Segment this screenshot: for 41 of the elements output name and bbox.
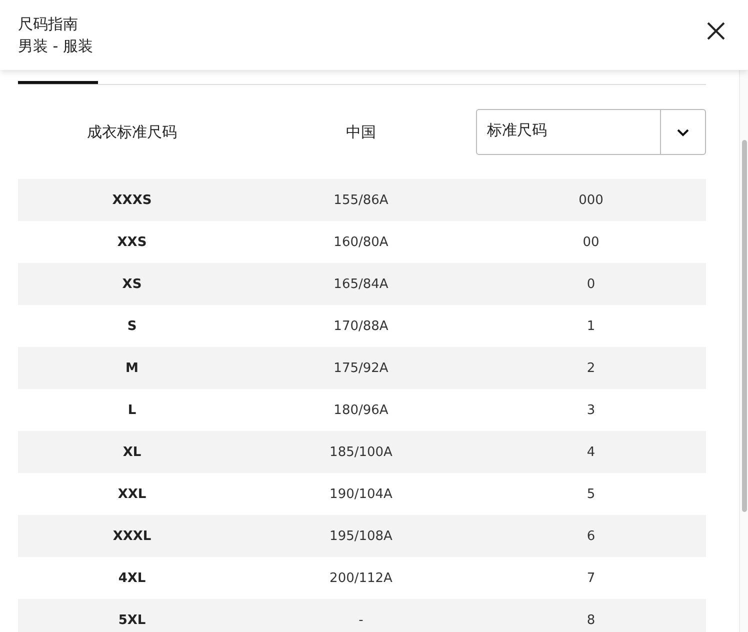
table-cell-text: 190/104A: [328, 486, 394, 502]
table-cell-text: 4XL: [117, 570, 147, 586]
table-cell-text: 6: [586, 528, 596, 544]
table-cell-text: 2: [586, 360, 596, 376]
table-cell-text: 3: [586, 402, 596, 418]
chevron-down-icon: [676, 128, 690, 136]
table-cell-text: 155/86A: [332, 192, 390, 208]
table-cell-text: 5XL: [117, 612, 147, 628]
dialog-title: 尺码指南: [18, 14, 79, 34]
table-cell-text: 8: [586, 612, 596, 628]
table-cell-text: -: [358, 612, 364, 628]
dialog-subtitle: 男装 - 服装: [18, 36, 93, 56]
table-cell-text: 00: [582, 234, 600, 250]
table-cell-text: 5: [586, 486, 596, 502]
size-dropdown[interactable]: 标准尺码: [476, 109, 706, 155]
table-cell-text: 000: [578, 192, 604, 208]
table-cell-text: 185/100A: [328, 444, 394, 460]
table-cell-text: XXXS: [111, 192, 153, 208]
table-cell-text: 175/92A: [332, 360, 390, 376]
table-cell-text: 200/112A: [328, 570, 394, 586]
table-cell-text: 170/88A: [332, 318, 390, 334]
table-cell-text: 7: [586, 570, 596, 586]
table-cell-text: XXXL: [112, 528, 152, 544]
table-cell-text: 180/96A: [332, 402, 390, 418]
table-cell-text: 0: [586, 276, 596, 292]
tab-indicator[interactable]: [18, 81, 98, 84]
scrollbar-thumb[interactable]: [742, 140, 747, 512]
table-cell-text: XXL: [116, 486, 148, 502]
table-cell-text: 4: [586, 444, 596, 460]
table-cell-text: L: [126, 402, 138, 418]
column-header: 成衣标准尺码: [86, 122, 178, 142]
table-cell-text: 195/108A: [328, 528, 394, 544]
table-cell-text: XS: [121, 276, 143, 292]
table-cell-text: S: [126, 318, 138, 334]
table-cell-text: 165/84A: [332, 276, 390, 292]
column-header: 中国: [345, 122, 377, 142]
table-cell-text: 160/80A: [332, 234, 390, 250]
table-cell-text: M: [124, 360, 140, 376]
table-cell-text: 1: [586, 318, 596, 334]
table-cell-text: XL: [122, 444, 142, 460]
table-cell-text: XXS: [116, 234, 148, 250]
